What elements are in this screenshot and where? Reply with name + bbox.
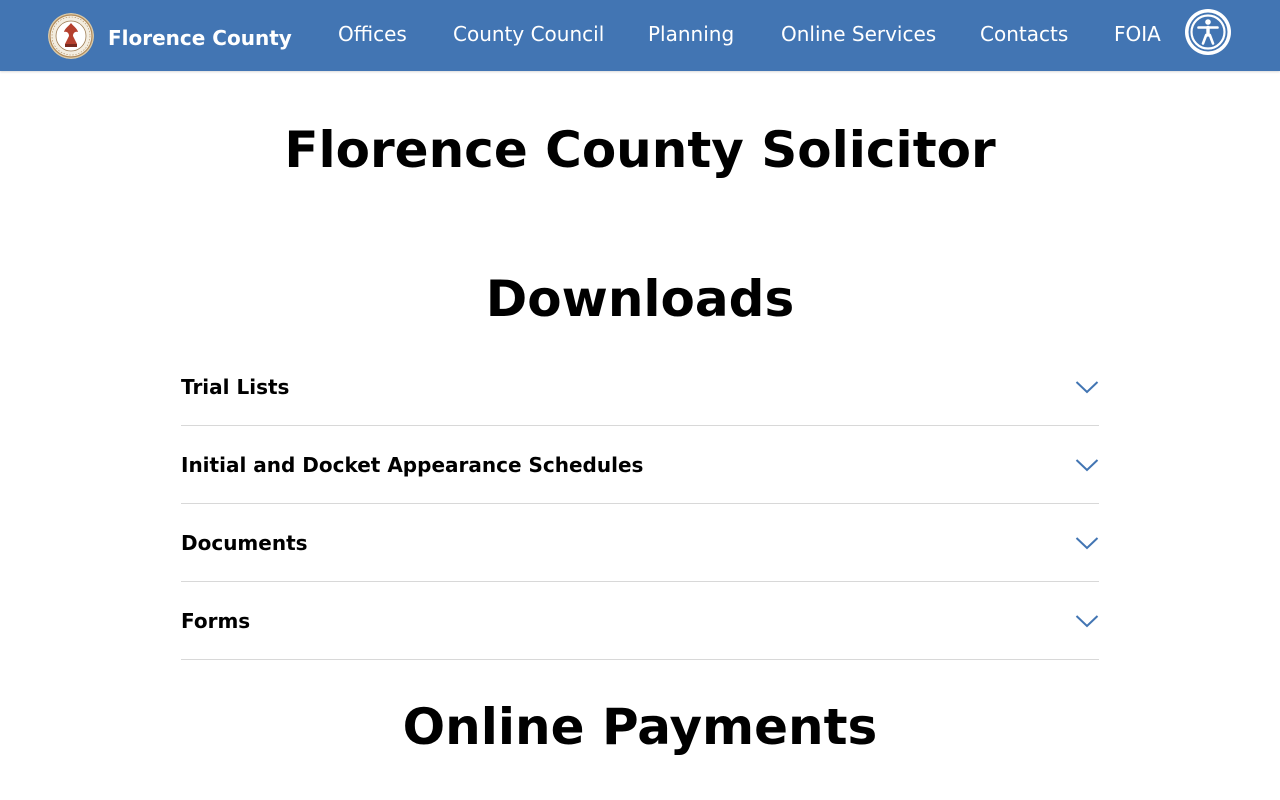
site-header: Florence County Offices County Council P… [0, 0, 1280, 71]
nav-county-council[interactable]: County Council [453, 22, 604, 46]
accordion-label: Trial Lists [181, 375, 290, 399]
chevron-down-icon [1075, 459, 1099, 472]
nav-planning[interactable]: Planning [648, 22, 734, 46]
accordion-label: Documents [181, 531, 308, 555]
accordion-item-appearance-schedules[interactable]: Initial and Docket Appearance Schedules [181, 426, 1099, 504]
online-payments-heading: Online Payments [402, 698, 878, 756]
accessibility-icon[interactable] [1184, 8, 1232, 56]
chevron-down-icon [1075, 537, 1099, 550]
nav-online-services[interactable]: Online Services [781, 22, 936, 46]
home-link[interactable]: Florence County [48, 12, 292, 60]
county-seal-icon [48, 13, 94, 59]
chevron-down-icon [1075, 615, 1099, 628]
accordion-item-documents[interactable]: Documents [181, 504, 1099, 582]
page-title: Florence County Solicitor [284, 121, 996, 179]
nav-offices[interactable]: Offices [338, 22, 407, 46]
brand-name: Florence County [108, 25, 292, 50]
accordion-label: Forms [181, 609, 251, 633]
downloads-accordion: Trial Lists Initial and Docket Appearanc… [181, 348, 1099, 660]
accordion-label: Initial and Docket Appearance Schedules [181, 453, 644, 477]
nav-contacts[interactable]: Contacts [980, 22, 1068, 46]
accordion-item-trial-lists[interactable]: Trial Lists [181, 348, 1099, 426]
chevron-down-icon [1075, 381, 1099, 394]
downloads-heading: Downloads [485, 270, 795, 328]
nav-foia[interactable]: FOIA [1114, 22, 1161, 46]
accordion-item-forms[interactable]: Forms [181, 582, 1099, 660]
